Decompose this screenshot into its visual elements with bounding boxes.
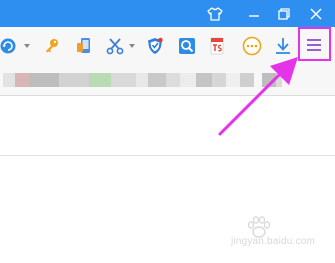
watermark: jingyan.baidu.com	[217, 215, 329, 253]
watermark-text: jingyan.baidu.com	[230, 236, 315, 247]
